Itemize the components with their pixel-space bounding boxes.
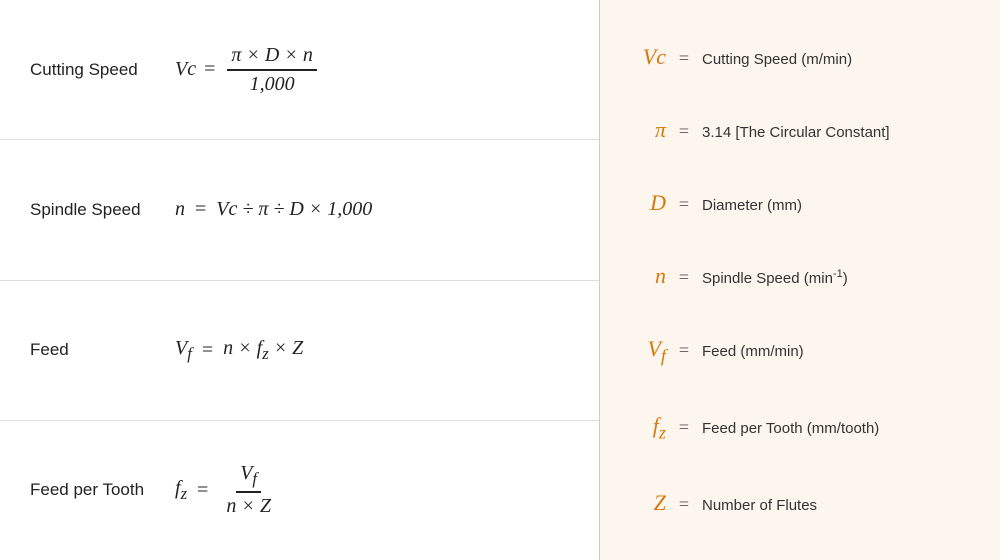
vf-left-symbol: Vf — [175, 337, 192, 364]
legend-fz-symbol: fz — [630, 413, 666, 443]
equals-4: = — [197, 479, 208, 502]
fraction-feed-per-tooth: Vf n × Z — [222, 462, 275, 518]
legend-pi: π = 3.14 [The Circular Constant] — [630, 117, 970, 143]
legend-pi-desc: 3.14 [The Circular Constant] — [702, 124, 890, 141]
feed-label: Feed — [30, 340, 175, 360]
legend-fz-desc: Feed per Tooth (mm/tooth) — [702, 420, 879, 437]
fz-left-symbol: fz — [175, 477, 187, 504]
legend-D-symbol: D — [630, 190, 666, 216]
legend-D: D = Diameter (mm) — [630, 190, 970, 216]
equals-2: = — [195, 198, 206, 221]
legend-pi-symbol: π — [630, 117, 666, 143]
fraction-cutting-speed: π × D × n 1,000 — [227, 44, 316, 96]
legend-vc-equals: = — [666, 48, 702, 69]
legend-vc-symbol: Vc — [630, 44, 666, 70]
cutting-speed-label: Cutting Speed — [30, 60, 175, 80]
legend-vc-desc: Cutting Speed (m/min) — [702, 51, 852, 68]
cutting-speed-row: Cutting Speed Vc = π × D × n 1,000 — [0, 0, 599, 140]
cutting-speed-formula: Vc = π × D × n 1,000 — [175, 44, 321, 96]
legend-Z: Z = Number of Flutes — [630, 490, 970, 516]
feed-per-tooth-formula: fz = Vf n × Z — [175, 462, 279, 518]
legend-n-desc: Spindle Speed (min-1) — [702, 268, 848, 287]
feed-row: Feed Vf = n × fz × Z — [0, 281, 599, 421]
denominator-cutting-speed: 1,000 — [246, 71, 299, 96]
spindle-speed-label: Spindle Speed — [30, 200, 175, 220]
legend-vf-equals: = — [666, 340, 702, 361]
legend-Z-equals: = — [666, 494, 702, 515]
feed-formula: Vf = n × fz × Z — [175, 337, 303, 364]
legend-vf-symbol: Vf — [630, 336, 666, 366]
numerator-feed-per-tooth: Vf — [236, 462, 261, 493]
feed-formula-text: n × fz × Z — [223, 337, 303, 364]
vc-symbol: Vc — [175, 58, 196, 81]
equals-3: = — [202, 339, 213, 362]
legend-pi-equals: = — [666, 121, 702, 142]
legend-Z-desc: Number of Flutes — [702, 497, 817, 514]
numerator-cutting-speed: π × D × n — [227, 44, 316, 71]
legend-D-desc: Diameter (mm) — [702, 197, 802, 214]
n-symbol: n — [175, 198, 185, 221]
legend-fz: fz = Feed per Tooth (mm/tooth) — [630, 413, 970, 443]
denominator-feed-per-tooth: n × Z — [222, 493, 275, 518]
feed-per-tooth-row: Feed per Tooth fz = Vf n × Z — [0, 421, 599, 560]
equals-sign: = — [204, 58, 215, 81]
legend-n-equals: = — [666, 267, 702, 288]
legend-Z-symbol: Z — [630, 490, 666, 516]
spindle-formula-text: Vc ÷ π ÷ D × 1,000 — [216, 198, 372, 221]
legend-n: n = Spindle Speed (min-1) — [630, 263, 970, 289]
legend-D-equals: = — [666, 194, 702, 215]
legend-vf: Vf = Feed (mm/min) — [630, 336, 970, 366]
left-panel: Cutting Speed Vc = π × D × n 1,000 Spind… — [0, 0, 600, 560]
spindle-speed-formula: n = Vc ÷ π ÷ D × 1,000 — [175, 198, 372, 221]
legend-n-symbol: n — [630, 263, 666, 289]
legend-vc: Vc = Cutting Speed (m/min) — [630, 44, 970, 70]
legend-vf-desc: Feed (mm/min) — [702, 343, 804, 360]
legend-fz-equals: = — [666, 417, 702, 438]
right-panel: Vc = Cutting Speed (m/min) π = 3.14 [The… — [600, 0, 1000, 560]
feed-per-tooth-label: Feed per Tooth — [30, 480, 175, 500]
spindle-speed-row: Spindle Speed n = Vc ÷ π ÷ D × 1,000 — [0, 140, 599, 280]
